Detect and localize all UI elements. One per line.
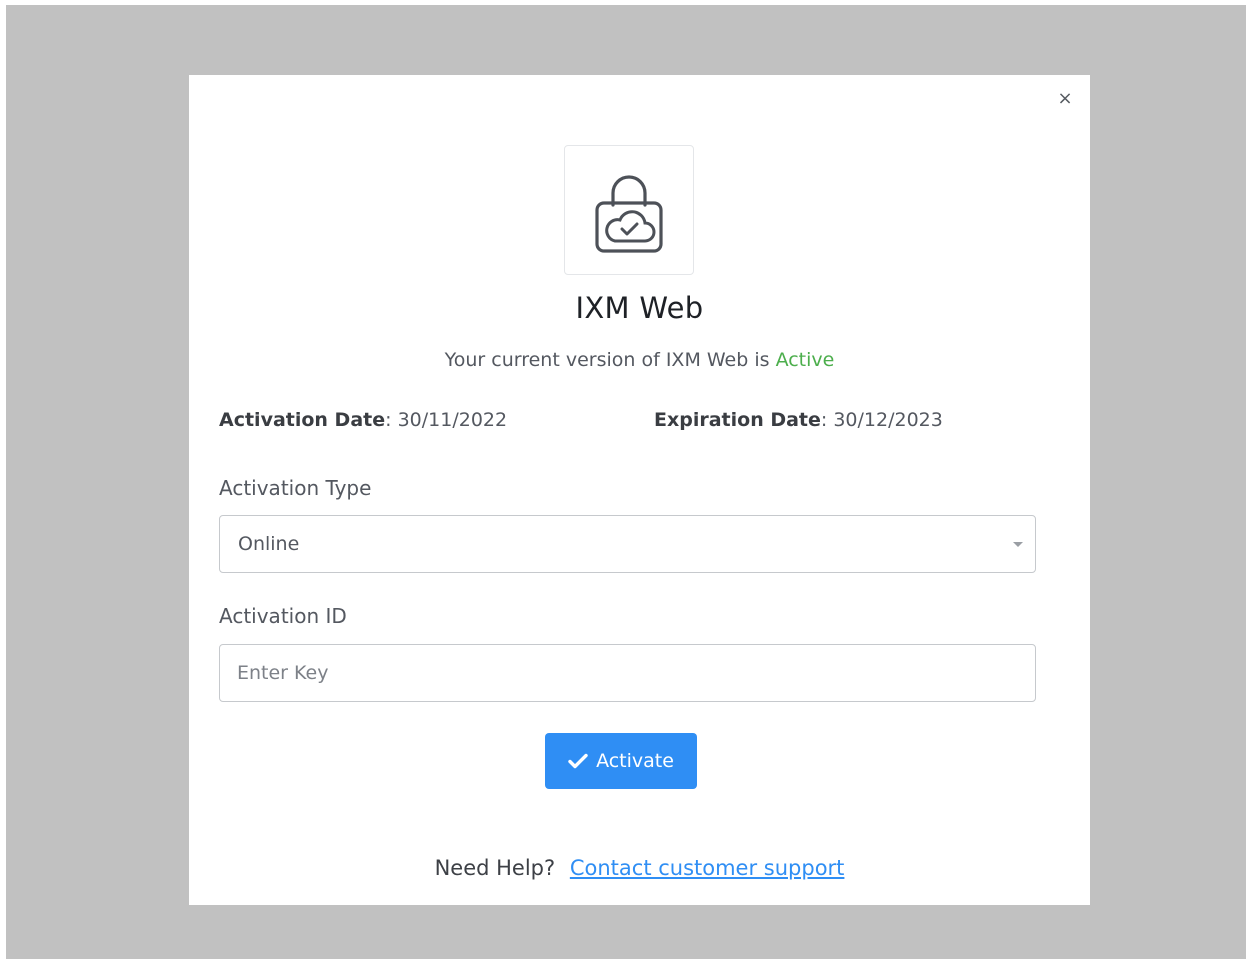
status-line: Your current version of IXM Web is Activ… [189, 349, 1090, 371]
lock-cloud-check-icon [595, 175, 663, 253]
activation-id-input[interactable] [219, 644, 1036, 702]
activation-date-label: Activation Date [219, 409, 386, 431]
expiration-date: Expiration Date: 30/12/2023 [654, 409, 943, 431]
activation-date-value: 30/11/2022 [397, 409, 508, 431]
caret-down-icon [1013, 542, 1023, 547]
check-icon [568, 753, 588, 769]
status-prefix: Your current version of IXM Web is [444, 349, 770, 371]
activation-date: Activation Date: 30/11/2022 [219, 409, 508, 431]
activation-type-label: Activation Type [219, 476, 372, 500]
help-row: Need Help? Contact customer support [189, 856, 1090, 880]
contact-support-link[interactable]: Contact customer support [570, 856, 845, 880]
activation-type-select[interactable]: Online [219, 515, 1036, 573]
close-button[interactable]: × [1054, 87, 1076, 109]
help-text: Need Help? [434, 856, 556, 880]
app-logo [564, 145, 694, 275]
expiration-date-value: 30/12/2023 [833, 409, 943, 431]
app-title: IXM Web [575, 291, 704, 325]
activation-type-value: Online [238, 533, 300, 555]
status-badge: Active [775, 349, 835, 371]
close-icon: × [1057, 87, 1073, 109]
activation-id-label: Activation ID [219, 604, 347, 628]
activation-dialog: × IXM Web Your current version of IXM We… [189, 75, 1090, 905]
activate-button[interactable]: Activate [545, 733, 697, 789]
expiration-date-label: Expiration Date [654, 409, 821, 431]
activate-button-label: Activate [596, 750, 674, 772]
